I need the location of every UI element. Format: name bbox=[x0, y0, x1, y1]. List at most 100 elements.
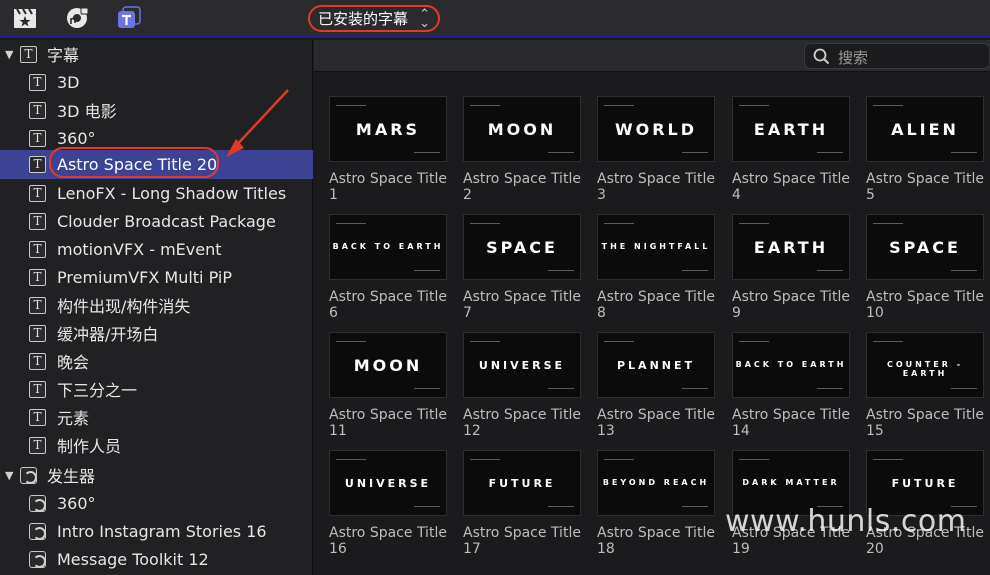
template-number: 3 bbox=[597, 187, 606, 203]
decor-line bbox=[682, 388, 708, 389]
template-number: 15 bbox=[866, 423, 884, 439]
thumbnail-title-art: ALIEN bbox=[891, 120, 959, 139]
template-name: Astro Space Title 15 bbox=[866, 407, 990, 439]
template-number: 1 bbox=[329, 187, 338, 203]
sidebar-item-label: 360° bbox=[57, 128, 96, 148]
template-name: Astro Space Title 16 bbox=[329, 525, 459, 557]
template-thumbnail: BEYOND REACH bbox=[597, 450, 715, 516]
thumbnail-title-art: BEYOND REACH bbox=[602, 478, 710, 487]
title-t-icon: T bbox=[29, 240, 46, 258]
title-t-icon: T bbox=[29, 184, 46, 202]
sidebar-item[interactable]: 360° bbox=[0, 489, 313, 517]
thumbnail-title-art: DARK MATTER bbox=[742, 478, 840, 487]
title-t-icon: T bbox=[29, 268, 46, 286]
template-number: 16 bbox=[329, 541, 347, 557]
template-thumbnail: UNIVERSE bbox=[329, 450, 447, 516]
decor-line bbox=[470, 223, 500, 224]
template-name-label: Astro Space Title bbox=[732, 289, 850, 305]
sidebar-section-titles[interactable]: ▼ T 字幕 bbox=[0, 40, 313, 68]
sidebar-item[interactable]: T PremiumVFX Multi PiP bbox=[0, 263, 313, 291]
sidebar-item-label: 元素 bbox=[57, 409, 90, 428]
decor-line bbox=[873, 341, 903, 342]
browser-grid-area: 搜索 MARS Astro Space Title 1 MOON Astro Space… bbox=[314, 40, 990, 575]
thumbnail-title-art: FUTURE bbox=[488, 476, 556, 490]
template-thumbnail: PLANNET bbox=[597, 332, 715, 398]
template-thumbnail: MOON bbox=[329, 332, 447, 398]
title-t-icon: T bbox=[29, 129, 46, 147]
thumbnail-title-art: UNIVERSE bbox=[478, 358, 566, 372]
sidebar-item[interactable]: T 下三分之一 bbox=[0, 375, 313, 403]
sidebar-item[interactable]: T 3D bbox=[0, 68, 313, 96]
sidebar-item[interactable]: T 晚会 bbox=[0, 347, 313, 375]
sidebar-item-label: PremiumVFX Multi PiP bbox=[57, 267, 232, 287]
sidebar-item[interactable]: T 制作人员 bbox=[0, 431, 313, 459]
thumbnail-title-art: EARTH bbox=[753, 120, 829, 139]
sidebar-item[interactable]: T 元素 bbox=[0, 403, 313, 431]
updown-chevron-icon: ⌃ ⌄ bbox=[419, 7, 430, 31]
template-thumbnail: UNIVERSE bbox=[463, 332, 581, 398]
music-camera-icon[interactable] bbox=[64, 6, 90, 30]
thumbnail-title-art: PLANNET bbox=[616, 358, 695, 372]
decor-line bbox=[604, 341, 634, 342]
sidebar: ▼ T 字幕 T 3D T 3D 电影 T 360° T Astro Space… bbox=[0, 40, 313, 575]
decor-line bbox=[817, 152, 843, 153]
template-thumbnail: SPACE bbox=[463, 214, 581, 280]
template-name-label: Astro Space Title bbox=[732, 171, 850, 187]
template-number: 14 bbox=[732, 423, 750, 439]
template-name-label: Astro Space Title bbox=[597, 289, 715, 305]
decor-line bbox=[682, 506, 708, 507]
search-icon bbox=[813, 48, 830, 65]
library-dropdown[interactable]: 已安装的字幕 ⌃ ⌄ bbox=[308, 5, 440, 32]
top-toolbar: 已安装的字幕 ⌃ ⌄ bbox=[0, 0, 990, 38]
template-name: Astro Space Title 17 bbox=[463, 525, 593, 557]
sidebar-item-label: 3D bbox=[57, 72, 80, 92]
search-input[interactable]: 搜索 bbox=[804, 43, 990, 69]
template-number: 17 bbox=[463, 541, 481, 557]
sidebar-item[interactable]: Intro Instagram Stories 16 bbox=[0, 517, 313, 545]
template-name-label: Astro Space Title bbox=[597, 171, 715, 187]
template-number: 7 bbox=[463, 305, 472, 321]
template-number: 19 bbox=[732, 541, 750, 557]
template-name-label: Astro Space Title bbox=[329, 289, 447, 305]
sidebar-item[interactable]: T 3D 电影 bbox=[0, 96, 313, 124]
template-thumbnail: EARTH bbox=[732, 214, 850, 280]
thumbnail-title-art: THE NIGHTFALL bbox=[601, 242, 711, 251]
sidebar-item[interactable]: T 构件出现/构件消失 bbox=[0, 291, 313, 319]
sidebar-section-generators[interactable]: ▼ 发生器 bbox=[0, 461, 313, 489]
decor-line bbox=[682, 152, 708, 153]
sidebar-item[interactable]: T Clouder Broadcast Package bbox=[0, 207, 313, 235]
title-t-icon: T bbox=[29, 352, 46, 370]
sidebar-item[interactable]: Message Toolkit 12 bbox=[0, 545, 313, 573]
template-name: Astro Space Title 14 bbox=[732, 407, 862, 439]
decor-line bbox=[604, 459, 634, 460]
template-thumbnail: SPACE bbox=[866, 214, 984, 280]
template-number: 11 bbox=[329, 423, 347, 439]
sidebar-item-label: Message Toolkit 12 bbox=[57, 549, 209, 569]
template-number: 18 bbox=[597, 541, 615, 557]
template-thumbnail: ALIEN bbox=[866, 96, 984, 162]
sidebar-item[interactable]: T LenoFX - Long Shadow Titles bbox=[0, 179, 313, 207]
template-thumbnail: BACK TO EARTH bbox=[732, 332, 850, 398]
generator-icon bbox=[29, 522, 46, 540]
decor-line bbox=[951, 152, 977, 153]
template-thumbnail: COUNTER - EARTH bbox=[866, 332, 984, 398]
sidebar-item-label: motionVFX - mEvent bbox=[57, 239, 222, 259]
decor-line bbox=[548, 152, 574, 153]
sidebar-item[interactable]: T motionVFX - mEvent bbox=[0, 235, 313, 263]
decor-line bbox=[336, 105, 366, 106]
disclosure-triangle-icon[interactable]: ▼ bbox=[5, 48, 13, 61]
template-name: Astro Space Title 6 bbox=[329, 289, 459, 321]
thumbnail-title-art: BACK TO EARTH bbox=[735, 360, 847, 369]
decor-line bbox=[548, 388, 574, 389]
decor-line bbox=[739, 223, 769, 224]
template-name-label: Astro Space Title bbox=[732, 407, 850, 423]
titles-generators-icon[interactable] bbox=[116, 6, 142, 30]
sidebar-item-label: Clouder Broadcast Package bbox=[57, 211, 276, 231]
sidebar-item[interactable]: T 缓冲器/开场白 bbox=[0, 319, 313, 347]
clapper-star-icon[interactable] bbox=[12, 6, 38, 30]
thumbnail-title-art: FUTURE bbox=[891, 476, 959, 490]
template-name: Astro Space Title 13 bbox=[597, 407, 727, 439]
decor-line bbox=[739, 459, 769, 460]
decor-line bbox=[470, 459, 500, 460]
disclosure-triangle-icon[interactable]: ▼ bbox=[5, 469, 13, 482]
